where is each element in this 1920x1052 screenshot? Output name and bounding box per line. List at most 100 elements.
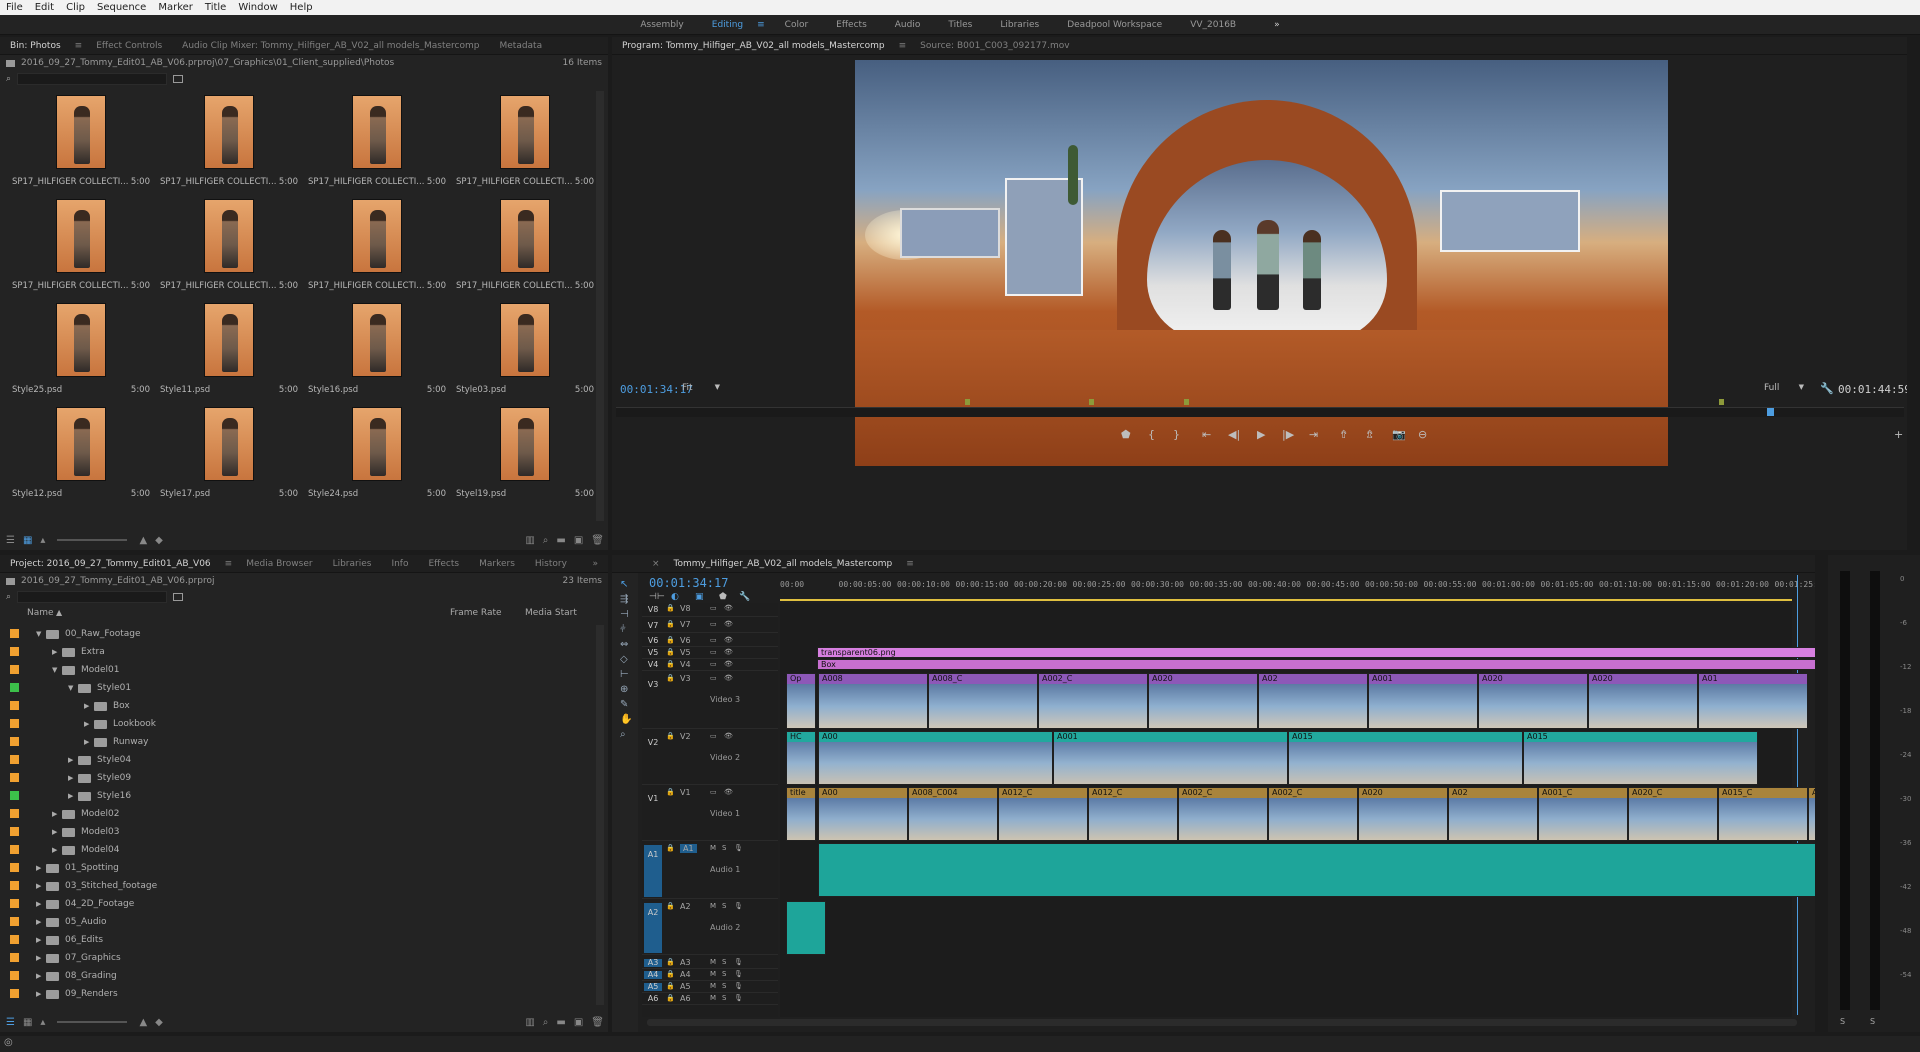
workspace-tab-vv-2016b[interactable]: VV_2016B xyxy=(1176,20,1250,30)
expand-right-icon[interactable]: ▶ xyxy=(68,774,78,782)
list-view-icon[interactable]: ☰ xyxy=(6,1017,15,1028)
icon-view-icon[interactable]: ▦ xyxy=(23,535,32,546)
panel-overflow-icon[interactable]: » xyxy=(582,559,608,569)
video-clip-v1[interactable]: A002_C xyxy=(1178,787,1268,841)
label-color-swatch[interactable] xyxy=(10,863,19,872)
expand-right-icon[interactable]: ▶ xyxy=(52,648,62,656)
bin-thumbnail[interactable]: SP17_HILFIGER COLLECTI... 5:00 xyxy=(6,89,154,193)
label-color-swatch[interactable] xyxy=(10,827,19,836)
sort-icon[interactable]: ▲ xyxy=(139,1017,147,1028)
menu-edit[interactable]: Edit xyxy=(29,2,60,13)
lift-button[interactable]: ⇮ xyxy=(1339,428,1348,441)
project-tree-row[interactable]: ▶ 08_Grading xyxy=(36,967,117,985)
tab-audio-clip-mixer[interactable]: Audio Clip Mixer: Tommy_Hilfiger_AB_V02_… xyxy=(172,41,489,51)
project-tree-row[interactable]: ▶ 01_Spotting xyxy=(36,859,119,877)
bin-thumbnail[interactable]: Style17.psd 5:00 xyxy=(154,401,302,505)
bin-scrollbar[interactable] xyxy=(596,91,604,521)
video-clip-v2[interactable]: A00 xyxy=(818,731,1053,785)
video-clip-v1[interactable]: title xyxy=(786,787,816,841)
menu-title[interactable]: Title xyxy=(199,2,232,13)
bin-thumbnail[interactable]: SP17_HILFIGER COLLECTI... 5:00 xyxy=(154,89,302,193)
new-bin-button-icon[interactable]: ▬ xyxy=(556,535,565,546)
go-to-in-button[interactable]: ⇤ xyxy=(1202,428,1211,441)
expand-right-icon[interactable]: ▶ xyxy=(36,864,46,872)
bin-thumbnail[interactable]: Styel19.psd 5:00 xyxy=(450,401,598,505)
label-color-swatch[interactable] xyxy=(10,791,19,800)
project-tree-row[interactable]: ▶ Model03 xyxy=(52,823,119,841)
bin-search-input[interactable] xyxy=(17,73,168,85)
tab-media-browser[interactable]: Media Browser xyxy=(236,559,322,569)
project-tree-row[interactable]: ▶ 04_2D_Footage xyxy=(36,895,134,913)
video-clip-v1[interactable]: A015_C xyxy=(1808,787,1815,841)
bin-thumbnail[interactable]: SP17_HILFIGER COLLECTI... 5:00 xyxy=(302,193,450,297)
project-tree-row[interactable]: ▶ 06_Edits xyxy=(36,931,103,949)
search-icon[interactable]: ⌕ xyxy=(6,592,11,602)
label-color-swatch[interactable] xyxy=(10,971,19,980)
label-color-swatch[interactable] xyxy=(10,647,19,656)
label-color-swatch[interactable] xyxy=(10,935,19,944)
video-clip-v1[interactable]: A02 xyxy=(1448,787,1538,841)
project-tree-row[interactable]: ▶ Box xyxy=(84,697,130,715)
project-scrollbar[interactable] xyxy=(596,625,604,1005)
video-clip-v3[interactable]: A001 xyxy=(1368,673,1478,729)
timeline-scrollbar[interactable] xyxy=(647,1019,1797,1026)
label-color-swatch[interactable] xyxy=(10,809,19,818)
find-icon[interactable]: ⌕ xyxy=(543,535,549,546)
status-icon[interactable]: ◎ xyxy=(4,1037,13,1048)
workspace-tab-assembly[interactable]: Assembly xyxy=(626,20,697,30)
playhead-icon[interactable] xyxy=(1767,408,1774,416)
label-color-swatch[interactable] xyxy=(10,701,19,710)
fit-dropdown[interactable]: Fit ▼ xyxy=(682,383,722,397)
zoom-slider[interactable] xyxy=(57,1021,128,1023)
menu-clip[interactable]: Clip xyxy=(60,2,91,13)
audio-clip-a1[interactable] xyxy=(818,843,1815,897)
workspace-tab-editing[interactable]: Editing xyxy=(698,20,757,30)
video-clip-v3[interactable]: A008 xyxy=(818,673,928,729)
icon-view-icon[interactable]: ▦ xyxy=(23,1017,32,1028)
trash-icon[interactable]: 🗑 xyxy=(591,535,604,546)
workspace-tab-titles[interactable]: Titles xyxy=(934,20,986,30)
bin-thumbnail[interactable]: Style16.psd 5:00 xyxy=(302,297,450,401)
project-tree-row[interactable]: ▶ Runway xyxy=(84,733,148,751)
expand-down-icon[interactable]: ▼ xyxy=(36,630,46,638)
bin-thumbnail[interactable]: Style25.psd 5:00 xyxy=(6,297,154,401)
workspace-tab-effects[interactable]: Effects xyxy=(822,20,881,30)
find-icon[interactable]: ⌕ xyxy=(543,1017,549,1028)
freeform-view-icon[interactable]: ▴ xyxy=(40,535,45,546)
video-clip-v1[interactable]: A001_C xyxy=(1538,787,1628,841)
vr-video-button[interactable]: ⊖ xyxy=(1418,428,1427,441)
tab-history[interactable]: History xyxy=(525,559,577,569)
bin-thumbnail[interactable]: Style12.psd 5:00 xyxy=(6,401,154,505)
project-tree-row[interactable]: ▶ Style16 xyxy=(68,787,131,805)
new-bin-icon[interactable] xyxy=(173,75,184,83)
project-tree-row[interactable]: ▼ Model01 xyxy=(52,661,119,679)
label-color-swatch[interactable] xyxy=(10,755,19,764)
zoom-slider[interactable] xyxy=(57,539,128,541)
label-color-swatch[interactable] xyxy=(10,881,19,890)
project-tree-row[interactable]: ▼ Style01 xyxy=(68,679,131,697)
project-search-input[interactable] xyxy=(17,591,168,603)
tab-source[interactable]: Source: B001_C003_092177.mov xyxy=(910,41,1079,51)
menu-marker[interactable]: Marker xyxy=(152,2,199,13)
menu-sequence[interactable]: Sequence xyxy=(91,2,152,13)
audio-clip-a2[interactable] xyxy=(786,901,826,955)
expand-right-icon[interactable]: ▶ xyxy=(68,792,78,800)
tab-program[interactable]: Program: Tommy_Hilfiger_AB_V02_all model… xyxy=(612,41,895,51)
workspace-overflow-button[interactable]: » xyxy=(1260,20,1294,30)
workspace-tab-deadpool-workspace[interactable]: Deadpool Workspace xyxy=(1053,20,1176,30)
tab-libraries[interactable]: Libraries xyxy=(323,559,382,569)
list-view-icon[interactable]: ☰ xyxy=(6,535,15,546)
add-button-icon[interactable]: + xyxy=(1894,428,1903,441)
project-tree-row[interactable]: ▶ Style09 xyxy=(68,769,131,787)
label-color-swatch[interactable] xyxy=(10,917,19,926)
video-clip-v2[interactable]: A015 xyxy=(1288,731,1523,785)
tab-project[interactable]: Project: 2016_09_27_Tommy_Edit01_AB_V06 xyxy=(0,559,221,569)
graphic-clip-v5[interactable]: transparent06.png xyxy=(817,647,1815,658)
new-bin-button-icon[interactable]: ▬ xyxy=(556,1017,565,1028)
mark-in-button[interactable]: { xyxy=(1148,428,1155,441)
sort-menu-icon[interactable]: ◆ xyxy=(155,1017,163,1028)
label-color-swatch[interactable] xyxy=(10,899,19,908)
tab-metadata[interactable]: Metadata xyxy=(489,41,552,51)
expand-right-icon[interactable]: ▶ xyxy=(36,918,46,926)
extract-button[interactable]: ⇯ xyxy=(1365,428,1374,441)
